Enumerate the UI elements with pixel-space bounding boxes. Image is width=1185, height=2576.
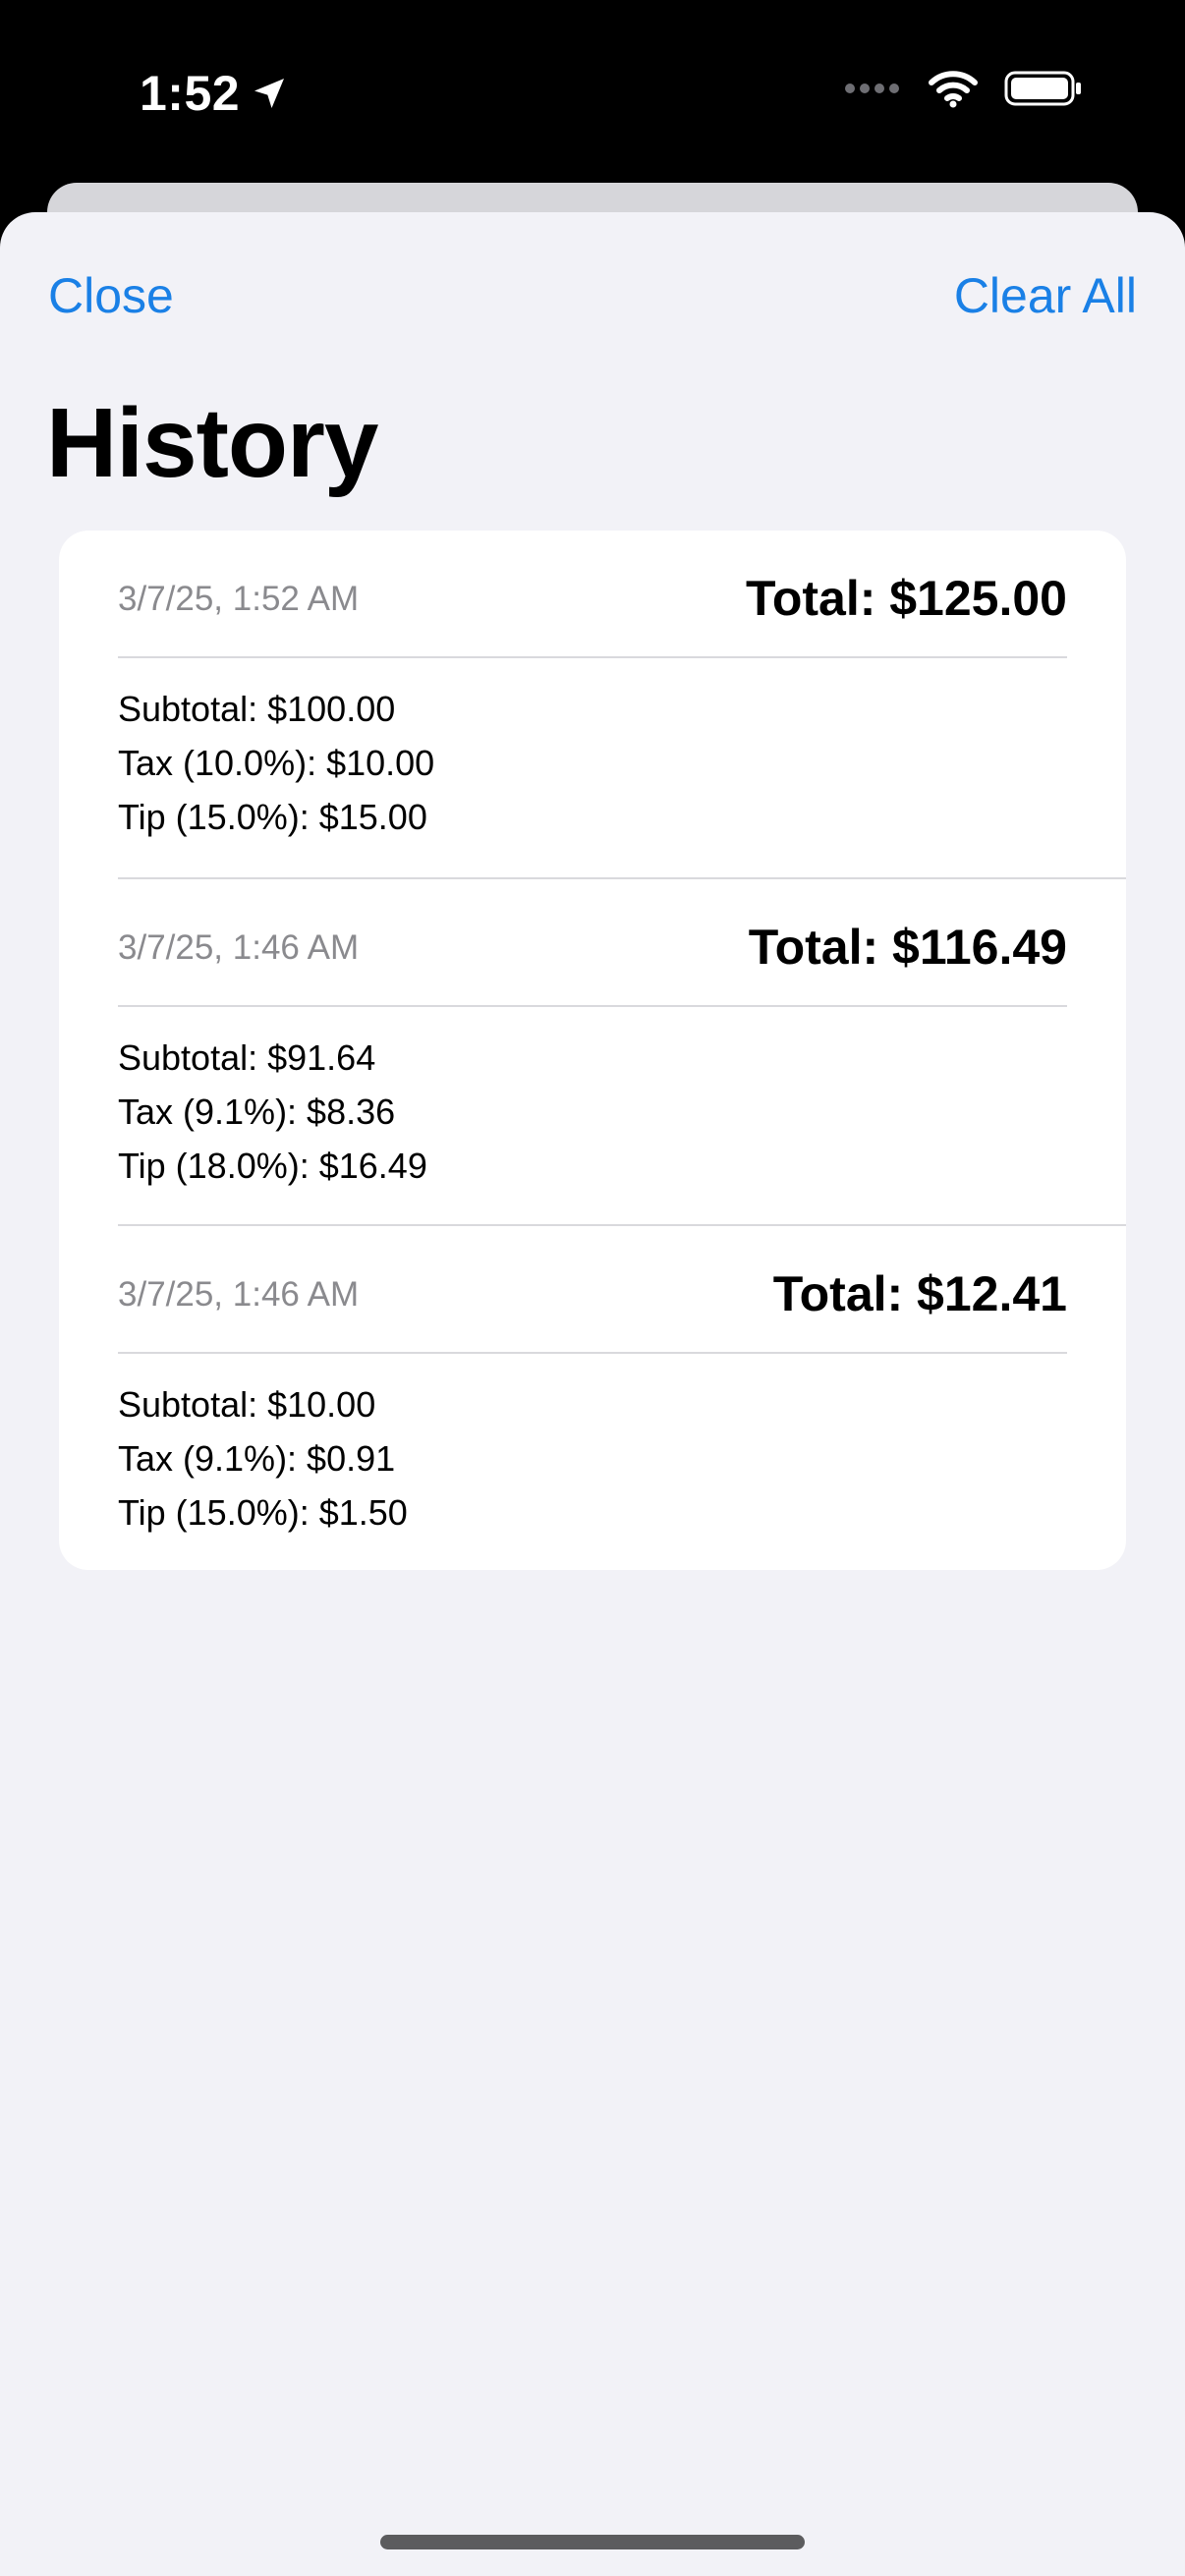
entry-breakdown: Subtotal: $10.00 Tax (9.1%): $0.91 Tip (… bbox=[118, 1377, 408, 1540]
history-entry[interactable]: 3/7/25, 1:46 AM Total: $116.49 Subtotal:… bbox=[118, 877, 1126, 1226]
status-time: 1:52 bbox=[140, 65, 289, 122]
entry-divider bbox=[118, 656, 1067, 658]
home-indicator[interactable] bbox=[380, 2535, 805, 2549]
entry-tax: Tax (10.0%): $10.00 bbox=[118, 743, 435, 783]
battery-icon bbox=[1004, 71, 1081, 106]
entry-divider bbox=[118, 1352, 1067, 1354]
entry-breakdown: Subtotal: $100.00 Tax (10.0%): $10.00 Ti… bbox=[118, 682, 434, 844]
entry-tip: Tip (18.0%): $16.49 bbox=[118, 1146, 427, 1186]
entry-date: 3/7/25, 1:52 AM bbox=[118, 580, 360, 618]
entry-total: Total: $116.49 bbox=[748, 920, 1067, 975]
entry-date: 3/7/25, 1:46 AM bbox=[118, 1275, 360, 1314]
entry-tax: Tax (9.1%): $8.36 bbox=[118, 1092, 396, 1132]
wifi-icon bbox=[929, 71, 978, 108]
entry-total: Total: $12.41 bbox=[772, 1266, 1067, 1321]
page-title: History bbox=[46, 388, 379, 498]
location-arrow-icon bbox=[254, 79, 285, 108]
entry-subtotal: Subtotal: $10.00 bbox=[118, 1384, 376, 1425]
entry-divider bbox=[118, 1005, 1067, 1007]
entry-tip: Tip (15.0%): $1.50 bbox=[118, 1492, 408, 1533]
close-button[interactable]: Close bbox=[48, 267, 174, 324]
entry-subtotal: Subtotal: $91.64 bbox=[118, 1037, 376, 1078]
history-list: 3/7/25, 1:52 AM Total: $125.00 Subtotal:… bbox=[59, 531, 1126, 1570]
history-entry[interactable]: 3/7/25, 1:52 AM Total: $125.00 Subtotal:… bbox=[118, 531, 1126, 877]
history-sheet: Close Clear All History 3/7/25, 1:52 AM … bbox=[0, 212, 1185, 2576]
status-time-text: 1:52 bbox=[140, 66, 241, 121]
entry-tip: Tip (15.0%): $15.00 bbox=[118, 797, 427, 837]
clear-all-button[interactable]: Clear All bbox=[954, 267, 1137, 324]
status-icons bbox=[843, 69, 1083, 108]
entry-date: 3/7/25, 1:46 AM bbox=[118, 928, 360, 967]
entry-breakdown: Subtotal: $91.64 Tax (9.1%): $8.36 Tip (… bbox=[118, 1031, 427, 1193]
entry-total: Total: $125.00 bbox=[745, 571, 1067, 626]
entry-subtotal: Subtotal: $100.00 bbox=[118, 689, 396, 729]
history-entry[interactable]: 3/7/25, 1:46 AM Total: $12.41 Subtotal: … bbox=[118, 1224, 1126, 1570]
cellular-dots-icon bbox=[845, 84, 899, 93]
status-bar: 1:52 bbox=[0, 0, 1185, 187]
entry-tax: Tax (9.1%): $0.91 bbox=[118, 1438, 396, 1479]
